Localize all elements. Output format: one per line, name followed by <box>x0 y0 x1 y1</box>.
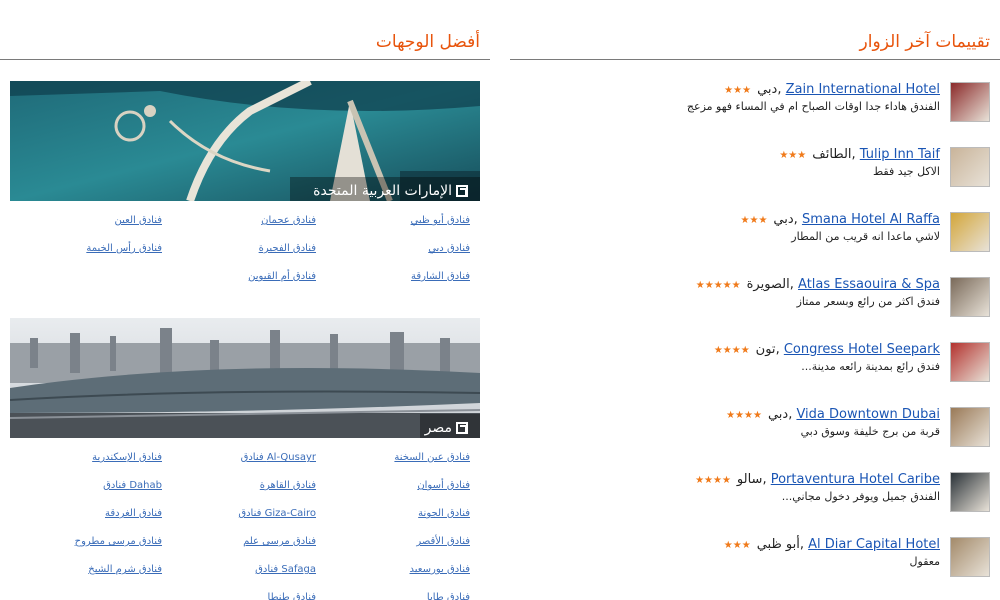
external-link-icon <box>456 422 468 434</box>
top-destinations-heading: أفضل الوجهات <box>0 32 490 60</box>
review-comment: الفندق هاداء جدا اوقات الصباح ام في المس… <box>686 100 940 113</box>
destination-hotels-link[interactable]: فنادق أم القيوين <box>248 271 316 282</box>
hotel-city: الطائف <box>812 147 852 162</box>
separator: , <box>775 342 784 357</box>
star-rating: ★★★ <box>723 540 751 551</box>
destination-hotels-link[interactable]: فنادق رأس الخيمة <box>86 243 162 254</box>
destination-hotels-link[interactable]: فنادق عجمان <box>261 215 316 226</box>
hotel-thumbnail[interactable] <box>950 147 990 187</box>
destination-hotels-link[interactable]: فنادق الجونة <box>418 508 470 519</box>
review-title-line: ★★★★ سالو, Portaventura Hotel Caribe <box>695 472 940 487</box>
destination-hotels-link[interactable]: فنادق شرم الشيخ <box>88 564 162 575</box>
hotel-name-link[interactable]: Smana Hotel Al Raffa <box>802 212 940 227</box>
destination-hotels-link[interactable]: فنادق الغردقة <box>105 508 162 519</box>
hotel-thumbnail[interactable] <box>950 407 990 447</box>
destination-hotels-link[interactable]: فنادق الأقصر <box>416 536 470 547</box>
review-title-line: ★★★★★ الصويرة, Atlas Essaouira & Spa <box>696 277 940 292</box>
hotel-city: تون <box>755 342 776 357</box>
review-item: ★★★ دبي, Zain International Hotel الفندق ه… <box>510 82 1000 122</box>
hotel-city: دبي <box>767 407 789 422</box>
review-title-line: ★★★ الطائف, Tulip Inn Taif <box>779 147 940 162</box>
star-rating: ★★★★ <box>713 345 750 356</box>
review-comment: فندق اكثر من رائع وبسعر ممتاز <box>796 295 940 308</box>
separator: , <box>793 212 802 227</box>
hotel-city: الصويرة <box>746 277 790 292</box>
hotel-name-link[interactable]: Portaventura Hotel Caribe <box>771 472 940 487</box>
destination-hotels-link[interactable]: فنادق الإسكندرية <box>92 452 162 463</box>
destination-hotels-link[interactable]: فنادق عين السخنة <box>394 452 470 463</box>
hotel-thumbnail[interactable] <box>950 342 990 382</box>
separator: , <box>762 472 771 487</box>
star-rating: ★★★★ <box>695 475 731 486</box>
review-item: ★★★★ تون, Congress Hotel Seepark فندق رائع… <box>510 342 1000 382</box>
hotel-name-link[interactable]: Vida Downtown Dubai <box>796 407 940 422</box>
hotel-name-link[interactable]: Al Diar Capital Hotel <box>808 537 940 552</box>
hotel-name-link[interactable]: Atlas Essaouira & Spa <box>798 277 940 292</box>
hotel-city: سالو <box>736 472 763 487</box>
hotel-name-link[interactable]: Zain International Hotel <box>786 82 940 97</box>
review-item: ★★★ أبو ظبي, Al Diar Capital Hotel معقول <box>510 537 1000 577</box>
review-comment: فندق رائع بمدينة رائعه مدينة... <box>801 360 940 373</box>
review-title-line: ★★★ دبي, Smana Hotel Al Raffa <box>741 212 940 227</box>
destination-hotels-link[interactable]: فنادق أسوان <box>417 480 470 491</box>
uae-caption[interactable]: الإمارات العربية المتحدة <box>313 183 468 199</box>
hotel-thumbnail[interactable] <box>950 82 990 122</box>
external-link-icon <box>456 185 468 197</box>
destination-hotels-link[interactable]: فنادق دبي <box>428 243 470 254</box>
review-item: ★★★★★ الصويرة, Atlas Essaouira & Spa فندق … <box>510 277 1000 317</box>
hotel-thumbnail[interactable] <box>950 537 990 577</box>
review-title-line: ★★★ أبو ظبي, Al Diar Capital Hotel <box>724 537 940 552</box>
hotel-city: دبي <box>773 212 794 227</box>
destination-hotels-link[interactable]: Al-Qusayr فنادق <box>241 452 316 463</box>
egypt-banner-image <box>10 318 480 438</box>
destination-hotels-link[interactable]: فنادق مرسى علم <box>243 536 316 547</box>
destination-hotels-link[interactable]: Safaga فنادق <box>255 564 316 575</box>
star-rating: ★★★★★ <box>695 280 741 291</box>
review-item: ★★★★ سالو, Portaventura Hotel Caribe الفند… <box>510 472 1000 512</box>
review-item: ★★★ الطائف, Tulip Inn Taif الاكل جيد فقط <box>510 147 1000 187</box>
star-rating: ★★★★ <box>726 410 762 421</box>
destination-hotels-link[interactable]: فنادق طابا <box>427 592 470 600</box>
destination-hotels-link[interactable]: فنادق العين <box>114 215 162 226</box>
destination-hotels-link[interactable]: فنادق الشارقة <box>411 271 470 282</box>
review-title-line: ★★★ دبي, Zain International Hotel <box>724 82 940 97</box>
review-title-line: ★★★★ دبي, Vida Downtown Dubai <box>726 407 940 422</box>
uae-caption-label: الإمارات العربية المتحدة <box>313 183 452 199</box>
egypt-caption-label: مصر <box>424 420 452 436</box>
destination-hotels-link[interactable]: فنادق الفجيرة <box>259 243 316 254</box>
destination-hotels-link[interactable]: فنادق القاهرة <box>260 480 316 491</box>
hotel-city: دبي <box>757 82 778 97</box>
star-rating: ★★★ <box>779 150 807 161</box>
uae-banner[interactable]: الإمارات العربية المتحدة <box>10 81 480 201</box>
hotel-thumbnail[interactable] <box>950 212 990 252</box>
destination-hotels-link[interactable]: فنادق طنطا <box>268 592 316 600</box>
review-item: ★★★ دبي, Smana Hotel Al Raffa لاشي ماعدا ا… <box>510 212 1000 252</box>
destination-hotels-link[interactable]: Dahab فنادق <box>103 480 162 491</box>
separator: , <box>777 82 786 97</box>
review-comment: لاشي ماعدا انه قريب من المطار <box>791 230 940 243</box>
separator: , <box>851 147 860 162</box>
star-rating: ★★★ <box>724 85 752 96</box>
destination-hotels-link[interactable]: فنادق مرسى مطروح <box>75 536 162 547</box>
review-comment: الفندق جميل ويوفر دخول مجاني... <box>781 490 940 503</box>
hotel-thumbnail[interactable] <box>950 472 990 512</box>
egypt-banner[interactable]: مصر <box>10 318 480 438</box>
destination-hotels-link[interactable]: فنادق أبو ظبي <box>411 215 470 226</box>
review-title-line: ★★★★ تون, Congress Hotel Seepark <box>714 342 940 357</box>
hotel-name-link[interactable]: Tulip Inn Taif <box>860 147 940 162</box>
destination-hotels-link[interactable]: Giza-Cairo فنادق <box>238 508 316 519</box>
egypt-caption[interactable]: مصر <box>425 420 468 436</box>
hotel-city: أبو ظبي <box>756 537 800 552</box>
hotel-name-link[interactable]: Congress Hotel Seepark <box>784 342 940 357</box>
star-rating: ★★★ <box>740 215 768 226</box>
separator: , <box>799 537 809 552</box>
hotel-thumbnail[interactable] <box>950 277 990 317</box>
review-comment: معقول <box>909 555 940 568</box>
review-comment: قربة من برج خليفة وسوق دبي <box>800 425 940 438</box>
separator: , <box>789 277 799 292</box>
destination-hotels-link[interactable]: فنادق بورسعيد <box>410 564 470 575</box>
review-item: ★★★★ دبي, Vida Downtown Dubai قربة من برج … <box>510 407 1000 447</box>
review-comment: الاكل جيد فقط <box>872 165 940 178</box>
recent-reviews-heading: تقييمات آخر الزوار <box>510 32 1000 60</box>
